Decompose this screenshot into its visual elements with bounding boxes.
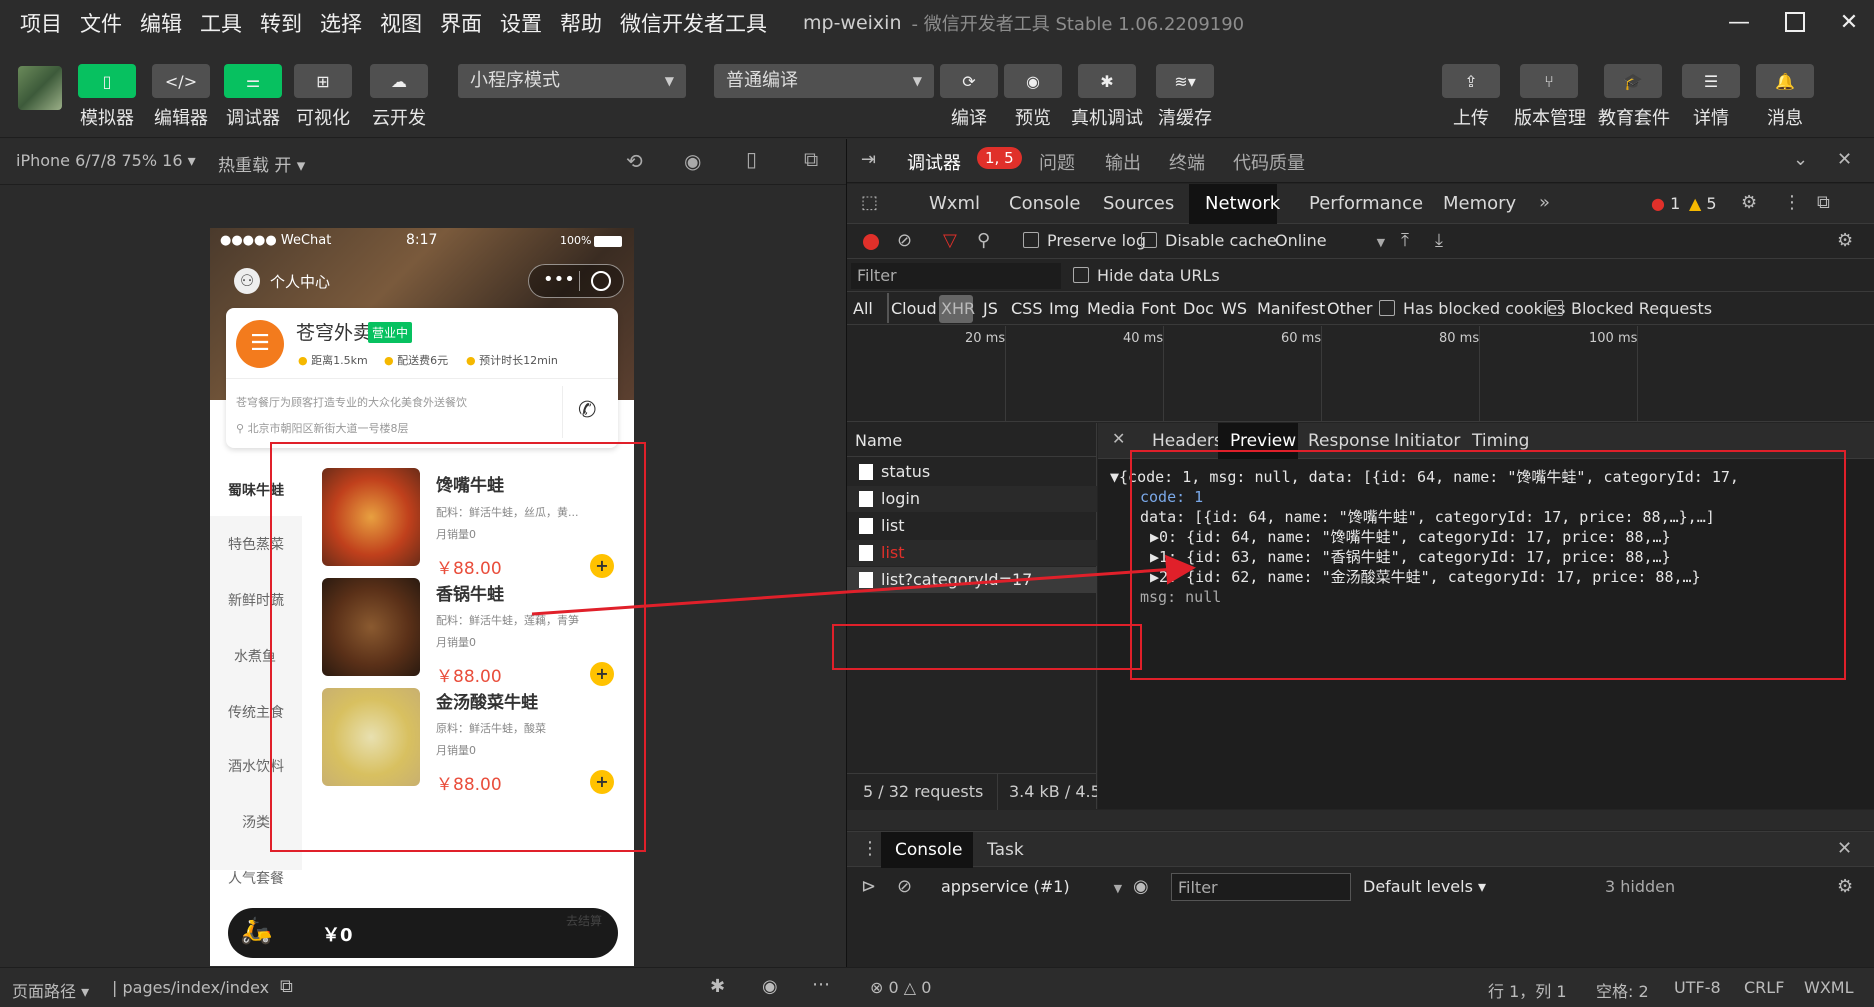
annotation-arrows [531,554,1196,616]
annotation-arrow [531,554,1196,616]
